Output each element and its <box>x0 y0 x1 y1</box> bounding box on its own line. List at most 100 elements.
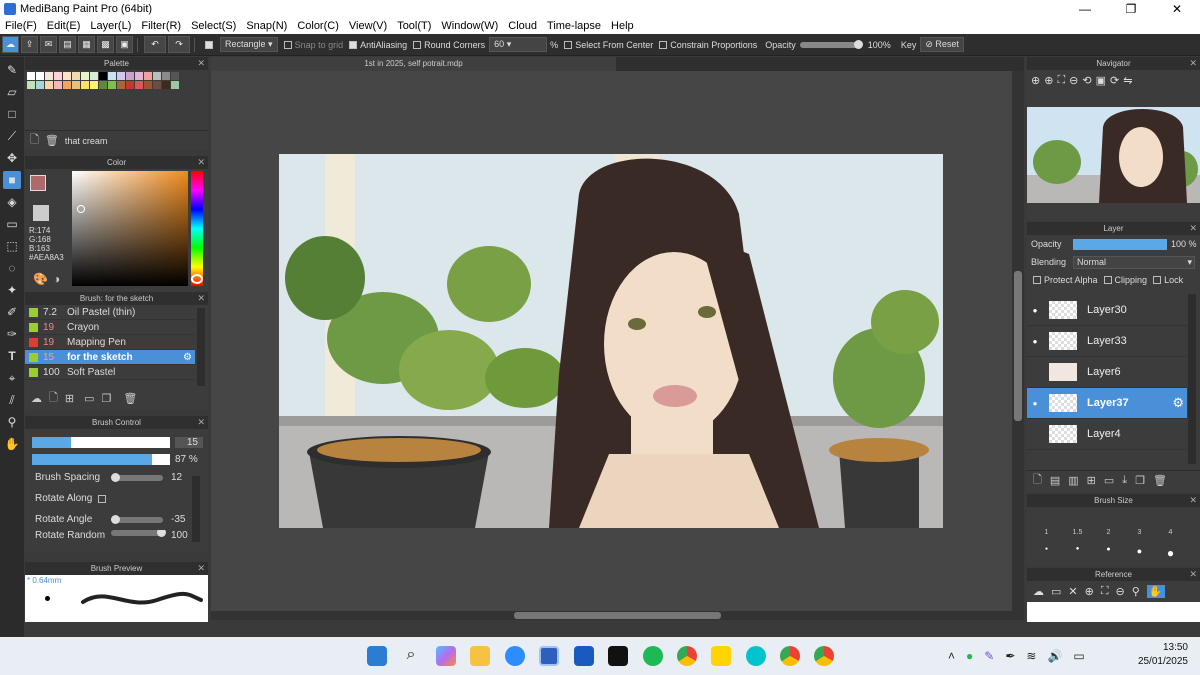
lock-checkbox[interactable] <box>1153 276 1162 284</box>
menu-tool[interactable]: Tool(T) <box>392 20 436 32</box>
palette-swatch[interactable] <box>153 81 161 89</box>
pen-tool-icon[interactable]: ⟋ <box>3 127 21 145</box>
gear-icon[interactable]: ⚙ <box>183 352 192 363</box>
close-icon[interactable]: ✕ <box>197 562 205 575</box>
new-halftone-layer-icon[interactable]: ▤ <box>1050 474 1060 487</box>
chrome-profile-icon[interactable] <box>780 646 800 666</box>
menu-edit[interactable]: Edit(E) <box>42 20 86 32</box>
rotate-along-checkbox[interactable] <box>98 494 107 503</box>
layer-opacity-bar[interactable] <box>1073 238 1167 250</box>
add-layer-icon[interactable]: ⊞ <box>1087 474 1096 487</box>
close-icon[interactable]: ✕ <box>1189 57 1197 70</box>
palette-swatch[interactable] <box>135 81 143 89</box>
palette-swatch[interactable] <box>108 81 116 89</box>
chrome-icon[interactable] <box>677 646 697 666</box>
magic-wand-tool-icon[interactable]: ✦ <box>3 281 21 299</box>
canvas-horizontal-scrollbar[interactable] <box>211 611 1024 620</box>
spotify-tray-icon[interactable]: ● <box>966 649 973 663</box>
gear-icon[interactable]: ⚙ <box>1172 395 1184 411</box>
palette-swatch[interactable] <box>99 81 107 89</box>
foreground-color-swatch[interactable] <box>30 175 46 191</box>
eyedropper-tool-icon[interactable]: ⚲ <box>3 413 21 431</box>
document-list-icon[interactable]: ▦ <box>78 36 95 53</box>
new-layer-icon[interactable]: 🗋 <box>1033 471 1042 490</box>
brush-item[interactable]: 7.2 Oil Pastel (thin) <box>25 305 195 320</box>
palette-swatch[interactable] <box>153 72 161 80</box>
actual-size-icon[interactable]: ▣ <box>1096 74 1106 87</box>
saturation-value-picker[interactable] <box>72 171 188 286</box>
snap-to-grid-checkbox[interactable] <box>283 40 292 49</box>
palette-swatch[interactable] <box>54 72 62 80</box>
fill-tool-icon[interactable]: ◈ <box>3 193 21 211</box>
brush-list-scrollbar[interactable] <box>197 308 205 386</box>
color-wheel-icon[interactable]: 🎨 <box>33 272 48 286</box>
brush-size-dot[interactable]: ● <box>1093 546 1124 560</box>
visibility-icon[interactable]: ● <box>1027 399 1043 408</box>
trash-icon[interactable]: 🗑 <box>45 134 59 147</box>
menu-color[interactable]: Color(C) <box>292 20 344 32</box>
palette-swatch[interactable] <box>144 81 152 89</box>
round-corners-input[interactable]: 60 ▾ <box>489 37 548 52</box>
hand-tool-icon[interactable]: ✋ <box>3 435 21 453</box>
palette-swatch[interactable] <box>81 81 89 89</box>
brush-size-dot[interactable]: ● <box>1155 546 1186 560</box>
rotate-random-slider[interactable] <box>111 530 166 537</box>
add-brush-icon[interactable]: ⊞ <box>65 392 74 405</box>
canvas-vertical-scrollbar[interactable] <box>1012 71 1024 611</box>
layer-row[interactable]: ● Layer33 <box>1027 326 1187 357</box>
constrain-proportions-checkbox[interactable] <box>659 40 668 49</box>
pen-tray-icon[interactable]: ✎ <box>984 649 994 663</box>
upload-icon[interactable]: ⇪ <box>21 36 38 53</box>
chevron-up-icon[interactable]: ˄ <box>948 649 955 663</box>
layer-row-selected[interactable]: ● Layer37 ⚙ <box>1027 388 1187 419</box>
brush-size-dot[interactable]: ● <box>1124 546 1155 560</box>
menu-timelapse[interactable]: Time-lapse <box>542 20 606 32</box>
menu-window[interactable]: Window(W) <box>436 20 503 32</box>
menu-select[interactable]: Select(S) <box>186 20 241 32</box>
zoom-in-alt-icon[interactable]: ⊕ <box>1044 74 1053 87</box>
brush-size-value[interactable]: 15 <box>175 437 203 448</box>
layer-list-scrollbar[interactable] <box>1188 294 1196 464</box>
brush-item[interactable]: 100 Soft Pastel <box>25 365 195 380</box>
operation-tool-icon[interactable]: ⌖ <box>3 369 21 387</box>
new-palette-icon[interactable]: 🗋 <box>30 131 39 150</box>
dot-tool-icon[interactable]: □ <box>3 105 21 123</box>
reset-button[interactable]: ⊘ Reset <box>920 37 964 52</box>
palette-swatch[interactable] <box>90 81 98 89</box>
volume-icon[interactable]: 🔊 <box>1047 649 1062 663</box>
menu-layer[interactable]: Layer(L) <box>85 20 136 32</box>
brush-item-selected[interactable]: 15 for the sketch ⚙ <box>25 350 195 365</box>
palette-swatch[interactable] <box>144 72 152 80</box>
close-icon[interactable]: ✕ <box>197 57 205 70</box>
palette-swatches[interactable] <box>25 70 208 91</box>
palette-swatch[interactable] <box>171 81 179 89</box>
select-tool-icon[interactable]: ⬚ <box>3 237 21 255</box>
brush-control-scrollbar[interactable] <box>192 476 200 542</box>
palette-swatch[interactable] <box>63 81 71 89</box>
eyedropper-icon[interactable]: ⚲ <box>1132 585 1140 598</box>
close-button[interactable]: ✕ <box>1154 0 1200 18</box>
rectangle-tool-icon[interactable]: ■ <box>3 171 21 189</box>
select-from-center-checkbox[interactable] <box>564 40 573 49</box>
close-icon[interactable]: ✕ <box>197 416 205 429</box>
chat-icon[interactable]: ✉ <box>40 36 57 53</box>
palette-swatch[interactable] <box>162 72 170 80</box>
brush-size-bar[interactable] <box>32 437 170 448</box>
color-palette-icon[interactable]: ◑ <box>53 272 60 286</box>
start-icon[interactable] <box>367 646 387 666</box>
close-icon[interactable]: ✕ <box>197 292 205 305</box>
menu-snap[interactable]: Snap(N) <box>241 20 292 32</box>
brush-size-1-5[interactable]: 1.5 <box>1062 529 1093 536</box>
reference-canvas[interactable] <box>1027 602 1200 622</box>
antialiasing-checkbox[interactable] <box>349 40 358 49</box>
palette-swatch[interactable] <box>117 72 125 80</box>
clipping-checkbox[interactable] <box>1103 276 1112 284</box>
wifi-icon[interactable]: ≋ <box>1026 649 1036 663</box>
eraser-tool-icon[interactable]: ▱ <box>3 83 21 101</box>
minimize-button[interactable]: — <box>1062 0 1108 18</box>
zoom-out-icon[interactable]: ⊖ <box>1069 74 1078 87</box>
palette-swatch[interactable] <box>72 72 80 80</box>
close-icon[interactable]: ✕ <box>1189 494 1197 507</box>
brush-size-3[interactable]: 3 <box>1124 529 1155 536</box>
spotify-icon[interactable] <box>643 646 663 666</box>
